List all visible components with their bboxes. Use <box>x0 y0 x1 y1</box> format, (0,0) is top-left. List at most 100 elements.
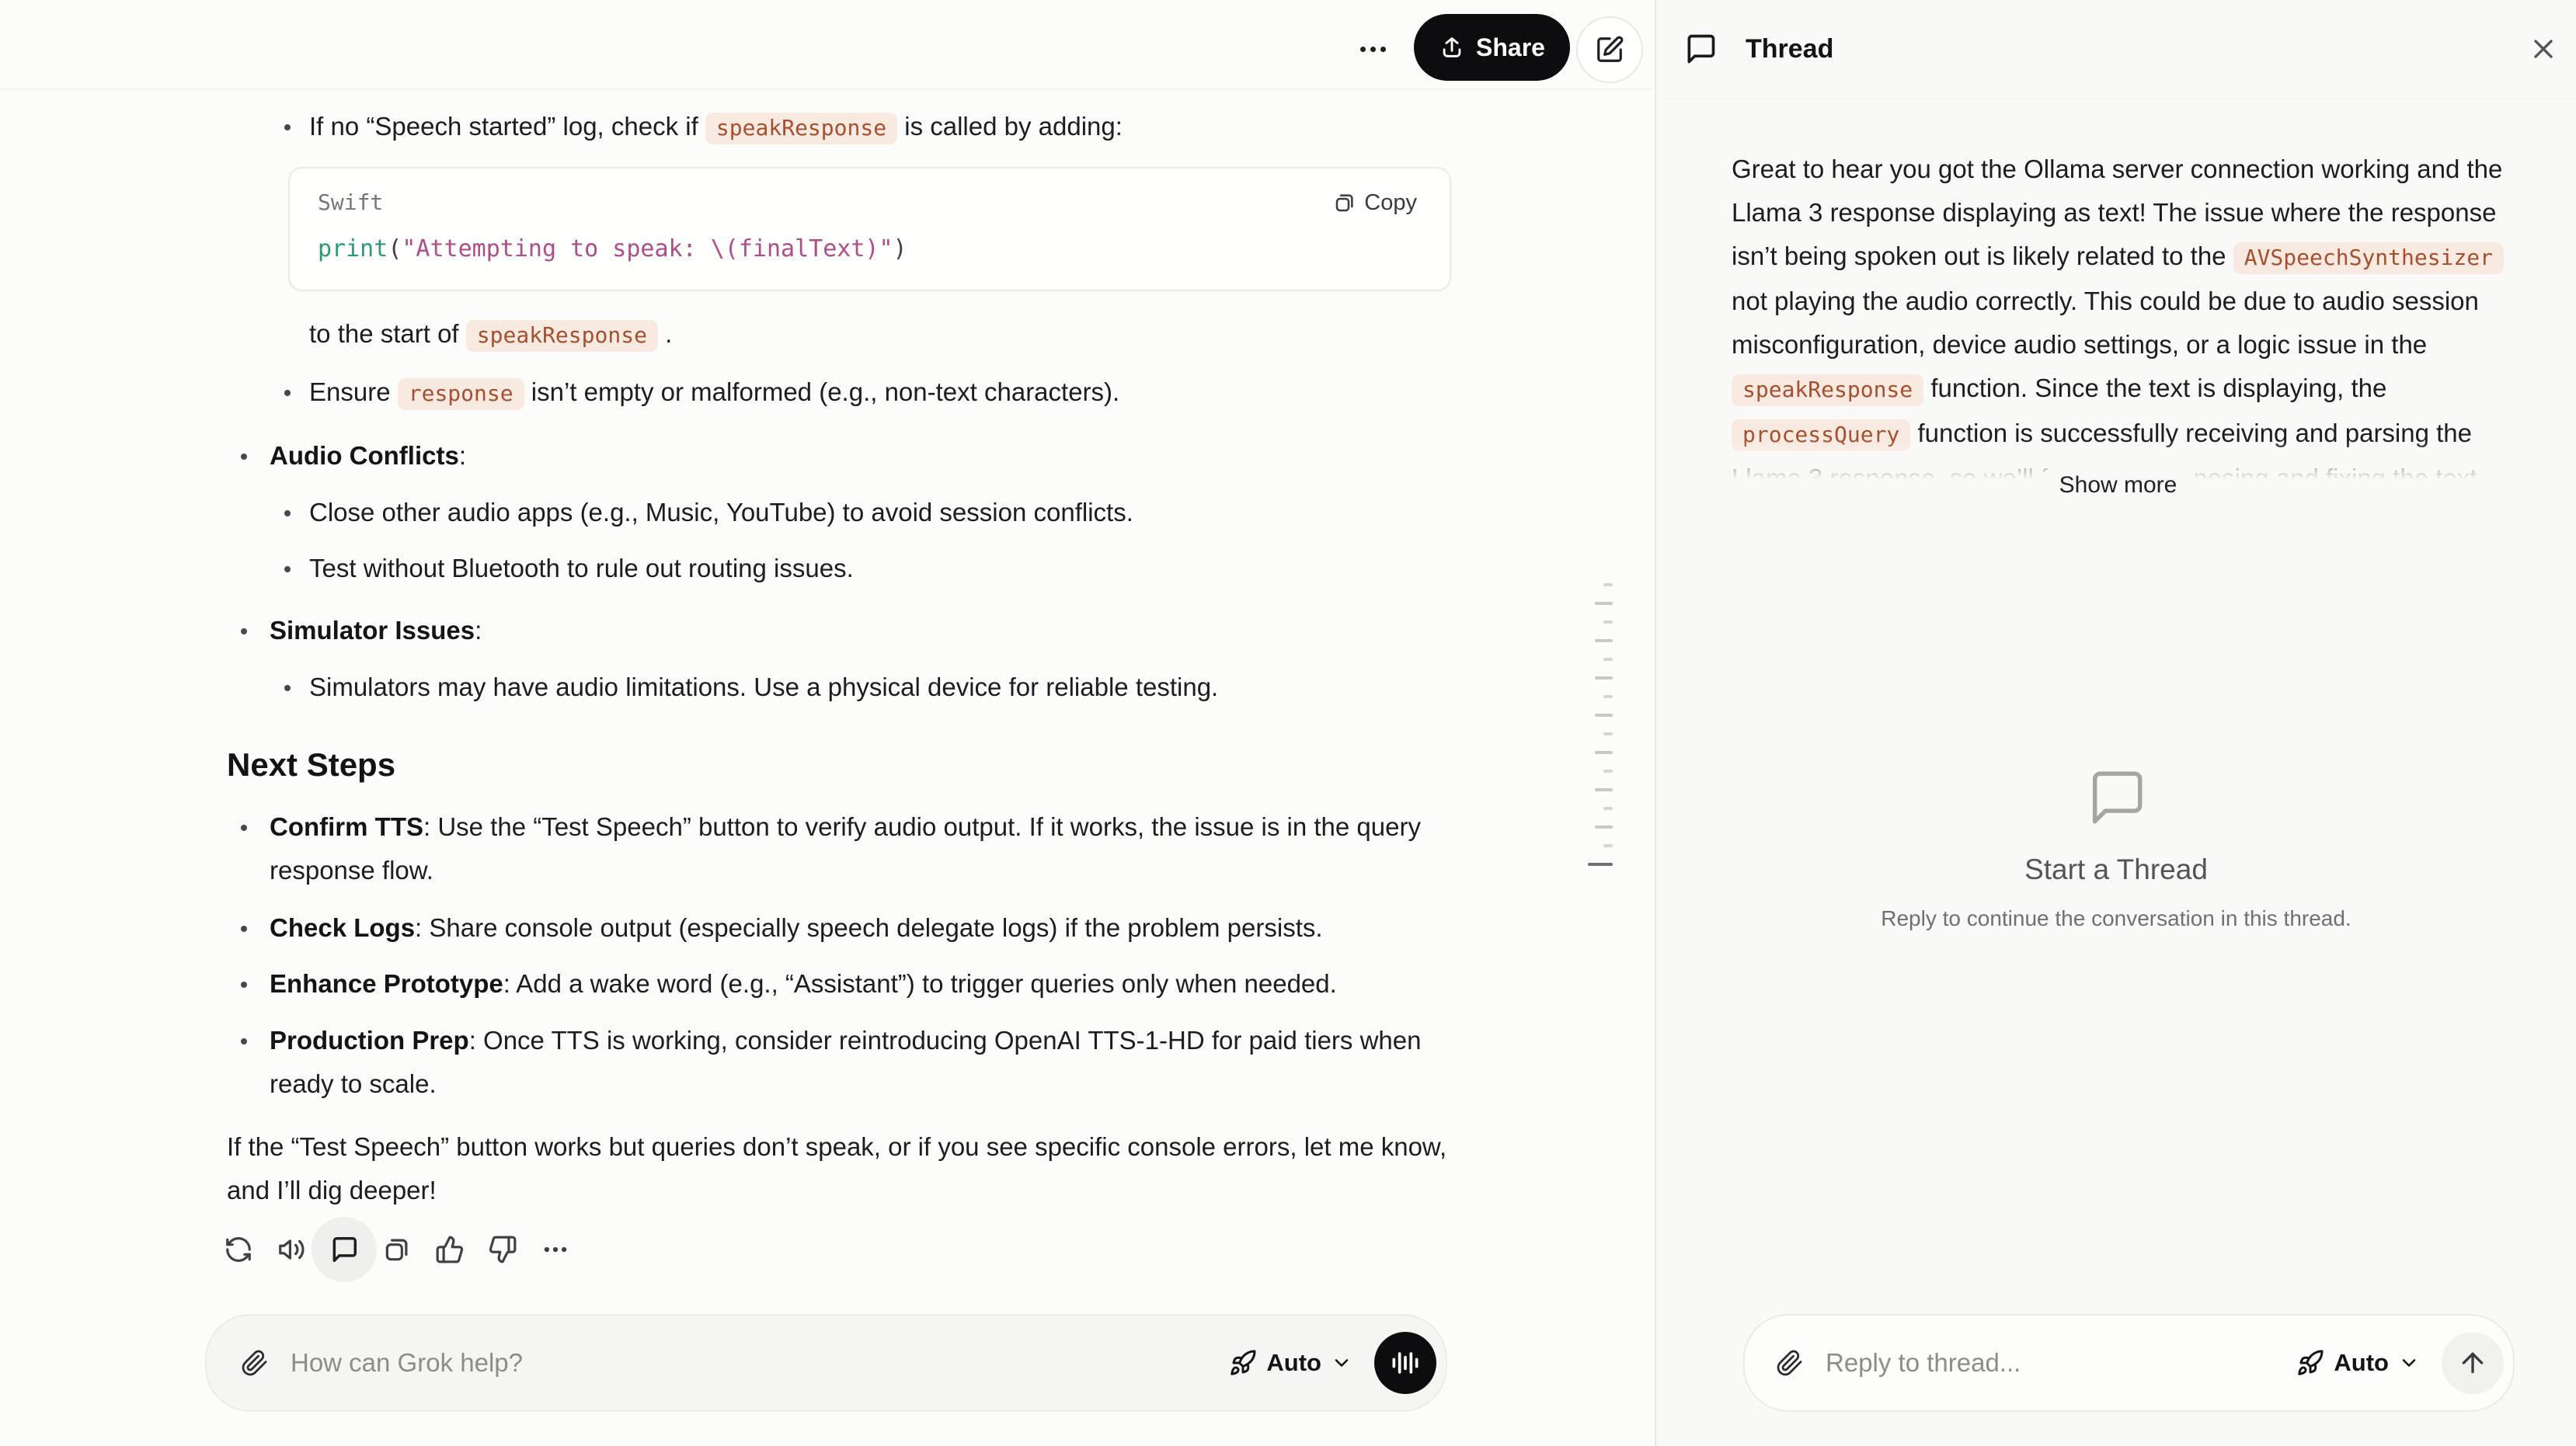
copy-button-label: Copy <box>1364 190 1417 216</box>
outline-dash <box>1603 732 1613 735</box>
outline-dash <box>1603 770 1613 773</box>
voice-mode-button[interactable] <box>1374 1332 1436 1394</box>
code-paren: ) <box>893 235 907 262</box>
paragraph-text: . <box>658 319 672 348</box>
outline-dash-current <box>1588 863 1613 866</box>
attach-button[interactable] <box>238 1346 272 1380</box>
list-item-bold: Check Logs <box>270 913 415 942</box>
outline-dash <box>1595 751 1613 754</box>
list-item: Close other audio apps (e.g., Music, You… <box>227 491 1451 534</box>
list-item: If no “Speech started” log, check if spe… <box>227 105 1451 150</box>
close-icon <box>2528 33 2559 64</box>
thumbs-down-button[interactable] <box>487 1234 518 1265</box>
arrow-up-icon <box>2457 1347 2488 1378</box>
list-item: Simulator Issues: <box>227 609 1451 652</box>
list-item: Production Prep: Once TTS is working, co… <box>227 1019 1451 1106</box>
section-heading: Next Steps <box>227 746 1451 784</box>
code-keyword: print <box>318 235 388 262</box>
thread-attach-button[interactable] <box>1773 1346 1807 1380</box>
outline-dash <box>1595 602 1613 605</box>
upload-icon <box>1439 34 1465 61</box>
copy-icon <box>1333 191 1356 214</box>
list-item-bold: Simulator Issues <box>270 616 475 645</box>
inline-code: processQuery <box>1732 419 1910 451</box>
thread-button[interactable] <box>329 1234 360 1265</box>
thread-panel: Thread Great to hear you got the Ollama … <box>1655 0 2576 1446</box>
paragraph-text: to the start of <box>309 319 466 348</box>
outline-dash <box>1595 826 1613 829</box>
thread-mode-selector[interactable]: Auto <box>2292 1348 2425 1378</box>
thread-message-text: Great to hear you got the Ollama server … <box>1732 148 2505 480</box>
list-item-bold: Confirm TTS <box>270 812 423 841</box>
outline-dash <box>1603 807 1613 810</box>
outline-dash <box>1595 788 1613 791</box>
list-item: Simulators may have audio limitations. U… <box>227 666 1451 709</box>
list-item-text: Ensure <box>309 377 398 406</box>
thread-reply-input[interactable] <box>1824 1347 2292 1378</box>
code-block: Swift Copy print("Attempting to speak: \… <box>288 167 1451 291</box>
paperclip-icon <box>1776 1349 1804 1377</box>
outline-dash <box>1603 695 1613 698</box>
list-item-bold: Production Prep <box>270 1026 469 1055</box>
code-block-header: Swift Copy <box>318 187 1422 218</box>
list-item-text: : <box>459 441 466 470</box>
copy-response-button[interactable] <box>381 1234 413 1265</box>
outline-dash <box>1603 844 1613 847</box>
outline-dash <box>1595 639 1613 642</box>
list-item-text: : Share console output (especially speec… <box>415 913 1323 942</box>
new-chat-button[interactable] <box>1576 16 1643 83</box>
closing-paragraph: If the “Test Speech” button works but qu… <box>227 1125 1451 1212</box>
list-item: Confirm TTS: Use the “Test Speech” butto… <box>227 805 1451 892</box>
share-button[interactable]: Share <box>1414 14 1570 81</box>
chevron-down-icon <box>2398 1352 2420 1374</box>
main-composer: Auto <box>205 1314 1447 1412</box>
list-item-bold: Audio Conflicts <box>270 441 459 470</box>
empty-state-subtitle: Reply to continue the conversation in th… <box>1656 906 2576 931</box>
scroll-outline[interactable] <box>1588 583 1613 866</box>
regenerate-button[interactable] <box>223 1234 254 1265</box>
assistant-message: If no “Speech started” log, check if spe… <box>227 105 1451 1282</box>
list-item-bold: Enhance Prototype <box>270 969 503 998</box>
outline-dash <box>1603 620 1613 624</box>
copy-code-button[interactable]: Copy <box>1328 189 1422 217</box>
mode-label: Auto <box>1266 1349 1321 1377</box>
outline-dash <box>1595 714 1613 717</box>
list-item-text: If no “Speech started” log, check if <box>309 112 705 141</box>
list-item-text: : <box>475 616 482 645</box>
more-actions-button[interactable] <box>540 1234 571 1265</box>
thread-bubble-icon <box>1683 32 1718 66</box>
share-button-label: Share <box>1476 33 1545 62</box>
list-item: Test without Bluetooth to rule out routi… <box>227 547 1451 590</box>
inline-code: response <box>398 378 524 410</box>
thread-text: not playing the audio correctly. This co… <box>1732 287 2479 359</box>
inline-code: speakResponse <box>1732 374 1923 406</box>
message-actions <box>223 1217 1451 1282</box>
message-input[interactable] <box>289 1347 1224 1378</box>
list-item: Check Logs: Share console output (especi… <box>227 906 1451 950</box>
code-paren: ( <box>388 235 402 262</box>
more-options-button[interactable] <box>1352 30 1393 68</box>
chat-pane: Share If no “Speech started” log, check … <box>0 0 1655 1446</box>
list-item-text: is called by adding: <box>897 112 1123 141</box>
close-thread-button[interactable] <box>2526 32 2560 66</box>
thread-empty-state: Start a Thread Reply to continue the con… <box>1656 766 2576 931</box>
rocket-icon <box>2296 1349 2324 1377</box>
read-aloud-button[interactable] <box>276 1234 307 1265</box>
code-string: "Attempting to speak: \(finalText)" <box>402 235 893 262</box>
show-more-button[interactable]: Show more <box>2038 468 2199 503</box>
empty-state-title: Start a Thread <box>1656 853 2576 886</box>
code-language-label: Swift <box>318 181 383 224</box>
outline-dash <box>1603 583 1613 586</box>
send-reply-button[interactable] <box>2442 1332 2504 1394</box>
paperclip-icon <box>241 1349 269 1377</box>
thread-text: function. Since the text is displaying, … <box>1923 374 2386 402</box>
paragraph: to the start of speakResponse . <box>227 312 1451 357</box>
thumbs-up-button[interactable] <box>434 1234 465 1265</box>
rocket-icon <box>1229 1349 1257 1377</box>
list-item: Audio Conflicts: <box>227 434 1451 478</box>
inline-code: AVSpeechSynthesizer <box>2233 242 2504 274</box>
list-item-text: : Use the “Test Speech” button to verify… <box>270 812 1421 885</box>
mode-selector[interactable]: Auto <box>1224 1348 1357 1378</box>
edit-icon <box>1595 35 1624 64</box>
chevron-down-icon <box>1331 1352 1352 1374</box>
